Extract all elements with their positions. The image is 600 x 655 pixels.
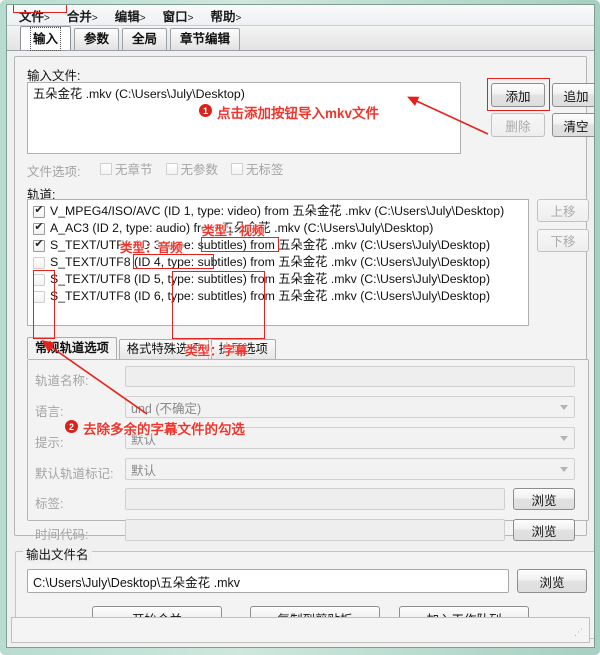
timecodes-browse-button[interactable]: 浏览	[513, 519, 575, 541]
table-row[interactable]: ✔ A_AC3 (ID 2, type: audio) from 五朵金花 .m…	[28, 220, 528, 237]
chevron-down-icon[interactable]	[560, 405, 568, 410]
file-options-label: 文件选项:	[27, 165, 81, 179]
tab-global[interactable]: 全局	[122, 28, 168, 50]
file-options-group: 无章节 无参数 无标签	[100, 159, 284, 178]
default-track-flag-label: 默认轨道标记:	[35, 467, 114, 481]
tags-label: 标签:	[35, 497, 64, 511]
checkbox-no-params[interactable]: 无参数	[165, 159, 219, 178]
track-checkbox[interactable]	[33, 256, 45, 269]
track-label: V_MPEG4/ISO/AVC (ID 1, type: video) from…	[50, 204, 505, 218]
track-name-label: 轨道名称:	[35, 374, 89, 388]
menu-item-help[interactable]: 帮助>	[210, 6, 241, 25]
timecodes-input[interactable]	[125, 519, 505, 541]
tab-global-label: 全局	[132, 32, 158, 46]
menu-item-file-label: 文件	[19, 9, 45, 24]
tab-extended-options-label: 扩展选项	[218, 342, 268, 356]
track-label: S_TEXT/UTF8 (ID 5, type: subtitles) from…	[50, 272, 491, 286]
timecodes-label: 时间代码:	[35, 528, 89, 542]
track-options-tab-strip: 常规轨道选项 格式特殊选项 扩展选项	[27, 337, 278, 359]
tab-chapter-editor[interactable]: 章节编辑	[170, 28, 241, 50]
checkbox-box[interactable]	[165, 162, 178, 175]
checkbox-box[interactable]	[231, 162, 244, 175]
cue-select[interactable]: 默认	[125, 427, 575, 449]
default-track-flag-select[interactable]: 默认	[125, 458, 575, 480]
menu-item-merge-label: 合并	[66, 9, 92, 24]
menu-item-edit-label: 编辑	[114, 9, 140, 24]
move-down-button: 下移	[537, 229, 589, 252]
menu-caret: >	[139, 12, 146, 24]
language-value: und (不确定)	[131, 401, 202, 416]
tab-general-track-options[interactable]: 常规轨道选项	[27, 337, 117, 359]
track-checkbox[interactable]: ✔	[33, 222, 45, 235]
output-filename-input[interactable]: C:\Users\July\Desktop\五朵金花 .mkv	[27, 569, 509, 593]
clear-button[interactable]: 清空	[552, 113, 594, 137]
table-row[interactable]: ✔ S_TEXT/UTF8 (ID 3, type: subtitles) fr…	[28, 237, 528, 254]
menu-item-file[interactable]: 文件>	[19, 6, 50, 25]
chevron-down-icon[interactable]	[560, 436, 568, 441]
checkbox-no-chapters-label: 无章节	[115, 163, 153, 177]
language-label: 语言:	[35, 405, 64, 419]
menu-bar: 文件> 合并> 编辑> 窗口> 帮助>	[7, 5, 594, 26]
track-checkbox[interactable]	[33, 290, 45, 303]
menu-item-merge[interactable]: 合并>	[67, 6, 98, 25]
track-checkbox[interactable]: ✔	[33, 239, 45, 252]
table-row[interactable]: S_TEXT/UTF8 (ID 6, type: subtitles) from…	[28, 288, 528, 305]
menu-caret: >	[235, 12, 242, 24]
menu-item-window[interactable]: 窗口>	[163, 6, 194, 25]
track-checkbox[interactable]: ✔	[33, 205, 45, 218]
tab-general-track-options-label: 常规轨道选项	[35, 341, 109, 355]
table-row[interactable]: S_TEXT/UTF8 (ID 4, type: subtitles) from…	[28, 254, 528, 271]
window-client-area: 文件> 合并> 编辑> 窗口> 帮助> 输入 参数 全局 章节编辑 输入文件: …	[6, 4, 595, 648]
table-row[interactable]: S_TEXT/UTF8 (ID 5, type: subtitles) from…	[28, 271, 528, 288]
output-browse-button[interactable]: 浏览	[517, 569, 587, 593]
tab-params[interactable]: 参数	[74, 28, 120, 50]
tab-format-specific-options[interactable]: 格式特殊选项	[118, 339, 209, 359]
checkbox-no-tags-label: 无标签	[246, 163, 284, 177]
track-checkbox[interactable]	[33, 273, 45, 286]
language-select[interactable]: und (不确定)	[125, 396, 575, 418]
add-button[interactable]: 添加	[491, 83, 545, 107]
checkbox-box[interactable]	[100, 162, 112, 175]
table-row[interactable]: ✔ V_MPEG4/ISO/AVC (ID 1, type: video) fr…	[28, 203, 528, 220]
tab-params-label: 参数	[84, 32, 110, 46]
move-up-button: 上移	[537, 199, 589, 222]
output-group-title: 输出文件名	[23, 544, 92, 563]
tab-chapter-editor-label: 章节编辑	[180, 32, 231, 46]
menu-item-edit[interactable]: 编辑>	[115, 6, 146, 25]
track-name-input[interactable]	[125, 366, 575, 387]
cue-label: 提示:	[35, 436, 64, 450]
tab-input-label: 输入	[30, 27, 62, 51]
application-window: 文件> 合并> 编辑> 窗口> 帮助> 输入 参数 全局 章节编辑 输入文件: …	[0, 0, 600, 655]
track-label: S_TEXT/UTF8 (ID 4, type: subtitles) from…	[50, 255, 491, 269]
checkbox-no-tags[interactable]: 无标签	[231, 159, 284, 178]
status-bar: ⋰	[11, 617, 590, 643]
menu-caret: >	[187, 12, 194, 24]
input-tab-page: 输入文件: 五朵金花 .mkv (C:\Users\July\Desktop) …	[7, 5, 594, 647]
input-files-list[interactable]: 五朵金花 .mkv (C:\Users\July\Desktop)	[27, 82, 461, 154]
main-tab-strip: 输入 参数 全局 章节编辑	[7, 26, 594, 51]
append-button[interactable]: 追加	[552, 83, 594, 107]
menu-item-window-label: 窗口	[162, 9, 188, 24]
tags-browse-button[interactable]: 浏览	[513, 488, 575, 510]
menu-caret: >	[44, 12, 50, 24]
track-label: S_TEXT/UTF8 (ID 6, type: subtitles) from…	[50, 289, 491, 303]
list-item[interactable]: 五朵金花 .mkv (C:\Users\July\Desktop)	[28, 86, 460, 103]
tab-extended-options[interactable]: 扩展选项	[210, 339, 276, 359]
tracks-list[interactable]: ✔ V_MPEG4/ISO/AVC (ID 1, type: video) fr…	[27, 199, 529, 326]
checkbox-no-params-label: 无参数	[180, 163, 219, 177]
menu-item-help-label: 帮助	[210, 9, 236, 24]
tab-input[interactable]: 输入	[20, 26, 72, 51]
default-track-flag-value: 默认	[131, 463, 157, 478]
track-label: A_AC3 (ID 2, type: audio) from 五朵金花 .mkv…	[50, 221, 434, 235]
track-label: S_TEXT/UTF8 (ID 3, type: subtitles) from…	[50, 238, 491, 252]
remove-button: 删除	[491, 113, 545, 137]
checkbox-no-chapters[interactable]: 无章节	[100, 159, 153, 178]
resize-grip-icon[interactable]: ⋰	[574, 628, 586, 640]
cue-value: 默认	[131, 432, 157, 447]
menu-caret: >	[91, 12, 98, 24]
tags-input[interactable]	[125, 488, 505, 510]
chevron-down-icon[interactable]	[560, 467, 568, 472]
tab-format-specific-options-label: 格式特殊选项	[126, 342, 201, 356]
